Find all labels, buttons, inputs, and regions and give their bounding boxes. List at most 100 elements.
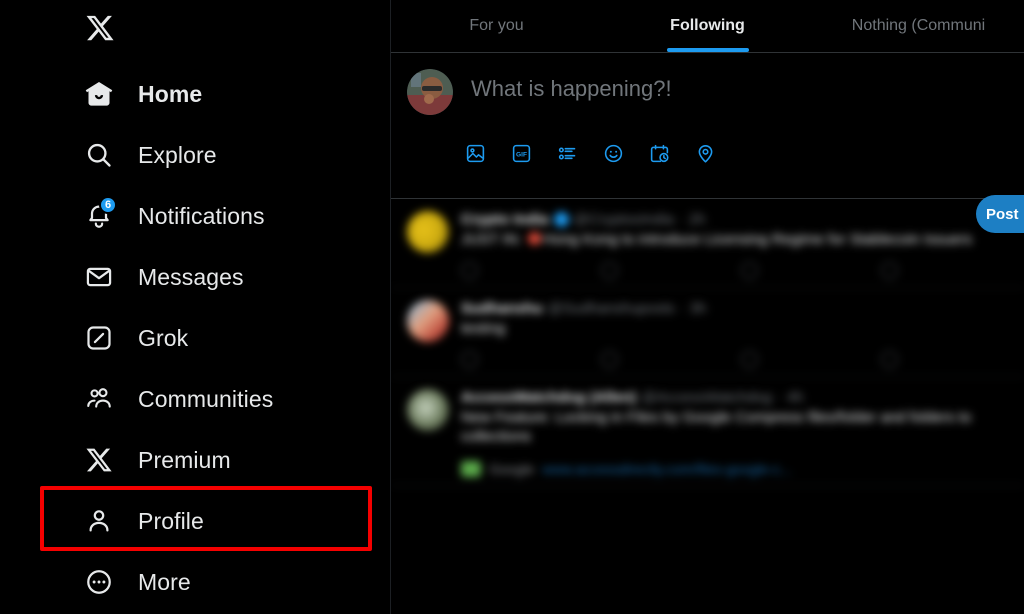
sidebar-item-notifications[interactable]: 6 Notifications xyxy=(0,192,391,240)
primary-sidebar: Home Explore 6 Notifications Messages Gr… xyxy=(0,0,391,614)
green-app-icon xyxy=(461,461,481,478)
post-author-handle: @AccessWatchdog xyxy=(641,388,772,406)
sidebar-item-label: Messages xyxy=(138,263,244,290)
tab-nothing-community[interactable]: Nothing (Communi xyxy=(813,0,1024,52)
avatar[interactable] xyxy=(407,388,449,431)
sidebar-item-label: Explore xyxy=(138,141,217,168)
post-item[interactable]: AccessWatchdog (Allen) @AccessWatchdog ·… xyxy=(391,377,1024,487)
schedule-icon[interactable] xyxy=(647,141,671,165)
tab-label: Following xyxy=(670,17,745,34)
post-text: testing xyxy=(461,319,506,337)
grok-icon xyxy=(82,321,116,355)
avatar[interactable] xyxy=(407,299,449,342)
gif-icon[interactable]: GIF xyxy=(509,141,533,165)
post-timestamp: 3h xyxy=(689,299,707,317)
post-text: New Feature: Locking in Files by Google … xyxy=(461,408,972,446)
post-text: JUST IN: Hong Kong to introduce Licensin… xyxy=(461,230,1008,250)
compose-toolbar: GIF xyxy=(463,141,717,165)
sidebar-item-communities[interactable]: Communities xyxy=(0,375,391,423)
timeline-feed: Crypto India @CryptooIndia · 2h JUST IN:… xyxy=(391,199,1024,487)
envelope-icon xyxy=(82,260,116,294)
sidebar-item-label: Notifications xyxy=(138,202,265,229)
post-author-handle: @Sudhanshuposts xyxy=(547,299,675,317)
sidebar-item-label: More xyxy=(138,568,191,595)
repost-icon xyxy=(601,261,618,279)
x-logo-icon xyxy=(82,443,116,477)
reply-icon xyxy=(461,261,478,279)
sidebar-item-label: Premium xyxy=(138,446,231,473)
share-action[interactable] xyxy=(881,350,941,368)
timeline-tabbar: For you Following Nothing (Communi xyxy=(391,0,1024,53)
tab-following[interactable]: Following xyxy=(602,0,813,52)
post-link-card[interactable]: Google www.accessdirectly.com/files-goog… xyxy=(461,461,1008,478)
post-actions xyxy=(461,261,1008,279)
post-text-body: Hong Kong to introduce Licensing Regime … xyxy=(542,231,973,248)
post-item[interactable]: Sudhanshu @Sudhanshuposts · 3h testing xyxy=(391,288,1024,377)
sidebar-item-label: Grok xyxy=(138,324,189,351)
main-timeline-column: For you Following Nothing (Communi What … xyxy=(391,0,1024,614)
bell-icon: 6 xyxy=(82,196,118,233)
sidebar-item-home[interactable]: Home xyxy=(0,70,391,118)
post-author-name: Crypto India xyxy=(461,211,549,228)
sidebar-item-label: Profile xyxy=(138,507,204,534)
notifications-badge: 6 xyxy=(99,196,118,214)
home-icon xyxy=(82,77,116,111)
post-meta-separator: · xyxy=(679,299,685,317)
share-icon xyxy=(881,261,898,279)
post-item[interactable]: Crypto India @CryptooIndia · 2h JUST IN:… xyxy=(391,199,1024,288)
post-source-url[interactable]: www.accessdirectly.com/files-google-c... xyxy=(542,461,791,477)
compose-post-box[interactable]: What is happening?! GIF Post xyxy=(391,53,1024,233)
post-author-name: AccessWatchdog (Allen) xyxy=(461,388,637,406)
avatar[interactable] xyxy=(407,211,449,253)
repost-action[interactable] xyxy=(601,261,741,279)
avatar[interactable] xyxy=(407,69,453,115)
x-app-window: Home Explore 6 Notifications Messages Gr… xyxy=(0,0,1024,614)
post-meta-separator: · xyxy=(776,388,782,406)
poll-icon[interactable] xyxy=(555,141,579,165)
tab-label: Nothing (Communi xyxy=(851,17,986,34)
person-icon xyxy=(82,504,116,538)
reply-action[interactable] xyxy=(461,261,601,279)
like-action[interactable] xyxy=(741,261,881,279)
sidebar-item-messages[interactable]: Messages xyxy=(0,253,391,301)
media-image-icon[interactable] xyxy=(463,141,487,165)
sidebar-item-label: Home xyxy=(138,80,203,107)
post-timestamp: 2h xyxy=(688,211,706,228)
like-icon xyxy=(741,350,758,368)
active-tab-underline xyxy=(666,48,749,52)
like-icon xyxy=(741,261,758,279)
post-meta-separator: · xyxy=(678,211,684,228)
sidebar-item-explore[interactable]: Explore xyxy=(0,131,391,179)
post-author-name: Sudhanshu xyxy=(461,299,543,317)
post-text-prefix: JUST IN: xyxy=(461,231,526,248)
sidebar-item-profile[interactable]: Profile xyxy=(0,497,391,545)
sidebar-item-grok[interactable]: Grok xyxy=(0,314,391,362)
sidebar-item-more[interactable]: More xyxy=(0,558,391,606)
x-logo-icon[interactable] xyxy=(80,8,120,48)
repost-action[interactable] xyxy=(601,350,741,368)
verified-badge-icon xyxy=(553,212,569,227)
compose-placeholder[interactable]: What is happening?! xyxy=(471,76,672,102)
sidebar-nav-list: Home Explore 6 Notifications Messages Gr… xyxy=(0,70,391,614)
reply-action[interactable] xyxy=(461,350,601,368)
communities-icon xyxy=(82,382,116,416)
svg-text:GIF: GIF xyxy=(516,151,527,158)
sidebar-item-premium[interactable]: Premium xyxy=(0,436,391,484)
repost-icon xyxy=(601,350,618,368)
emoji-red-circle-icon xyxy=(527,232,541,245)
post-source-name: Google xyxy=(489,461,535,478)
like-action[interactable] xyxy=(741,350,881,368)
sidebar-item-label: Communities xyxy=(138,385,274,412)
share-action[interactable] xyxy=(881,261,941,279)
search-icon xyxy=(82,138,116,172)
more-dots-icon xyxy=(82,565,116,599)
tab-label: For you xyxy=(469,17,524,34)
location-icon[interactable] xyxy=(693,141,717,165)
tab-for-you[interactable]: For you xyxy=(391,0,602,52)
post-author-handle: @CryptooIndia xyxy=(573,211,674,228)
reply-icon xyxy=(461,350,478,368)
post-actions xyxy=(461,350,1008,368)
post-timestamp: 4h xyxy=(786,388,804,406)
share-icon xyxy=(881,350,898,368)
emoji-icon[interactable] xyxy=(601,141,625,165)
